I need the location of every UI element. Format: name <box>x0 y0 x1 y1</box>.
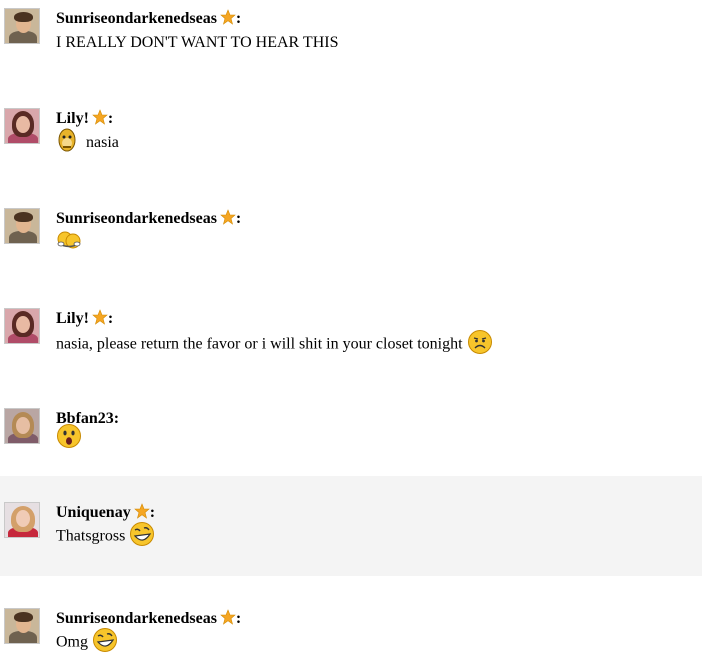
chat-message: Sunriseondarkenedseas: Omg <box>0 600 702 667</box>
username-text: Sunriseondarkenedseas <box>56 210 217 227</box>
username[interactable]: Sunriseondarkenedseas: <box>56 9 241 31</box>
username-colon: : <box>149 504 156 521</box>
message-body: nasia, please return the favor or i will… <box>56 329 493 361</box>
username-text: Sunriseondarkenedseas <box>56 10 217 27</box>
star-icon <box>92 309 108 331</box>
message-text: nasia <box>86 133 119 151</box>
username-colon: : <box>113 410 120 427</box>
chat-log: Sunriseondarkenedseas: I REALLY DON'T WA… <box>0 0 702 667</box>
message-body: Omg <box>56 627 118 659</box>
username-colon: : <box>235 610 242 627</box>
avatar[interactable] <box>4 108 40 144</box>
hug-emoticon-icon <box>56 230 82 256</box>
avatar[interactable] <box>4 502 40 538</box>
avatar[interactable] <box>4 8 40 44</box>
message-text: Omg <box>56 633 88 651</box>
chat-message: Lily!: nasia, please return the favor or… <box>0 300 702 400</box>
message-text: nasia <box>56 127 119 159</box>
avatar[interactable] <box>4 608 40 644</box>
star-icon <box>220 9 236 31</box>
username-colon: : <box>235 210 242 227</box>
message-text: I REALLY DON'T WANT TO HEAR THIS <box>56 34 339 51</box>
chat-message-highlighted: Uniquenay: Thatsgross <box>0 476 702 576</box>
username-colon: : <box>107 110 114 127</box>
message-text: nasia, please return the favor or i will… <box>56 335 463 353</box>
chat-message: Sunriseondarkenedseas: I REALLY DON'T WA… <box>0 0 702 100</box>
username-text: Uniquenay <box>56 504 131 521</box>
username[interactable]: Sunriseondarkenedseas: <box>56 209 241 231</box>
monkey-icon <box>56 127 78 159</box>
message-body <box>56 230 82 256</box>
message-text: Thatsgross <box>56 527 126 545</box>
laughing-face-icon <box>92 627 118 659</box>
username-text: Lily! <box>56 110 89 127</box>
username[interactable]: Lily!: <box>56 309 113 331</box>
username-colon: : <box>235 10 242 27</box>
chat-message: Sunriseondarkenedseas: <box>0 200 702 300</box>
avatar[interactable] <box>4 208 40 244</box>
surprised-face-icon <box>56 423 82 455</box>
avatar[interactable] <box>4 408 40 444</box>
username-text: Sunriseondarkenedseas <box>56 610 217 627</box>
username-text: Lily! <box>56 310 89 327</box>
laughing-face-icon <box>129 521 155 553</box>
chat-message: Lily!: nasia <box>0 100 702 200</box>
worried-face-icon <box>467 329 493 361</box>
star-icon <box>220 209 236 231</box>
star-icon <box>220 609 236 631</box>
avatar[interactable] <box>4 308 40 344</box>
message-body <box>56 423 82 455</box>
message-body: Thatsgross <box>56 521 155 553</box>
username-colon: : <box>107 310 114 327</box>
